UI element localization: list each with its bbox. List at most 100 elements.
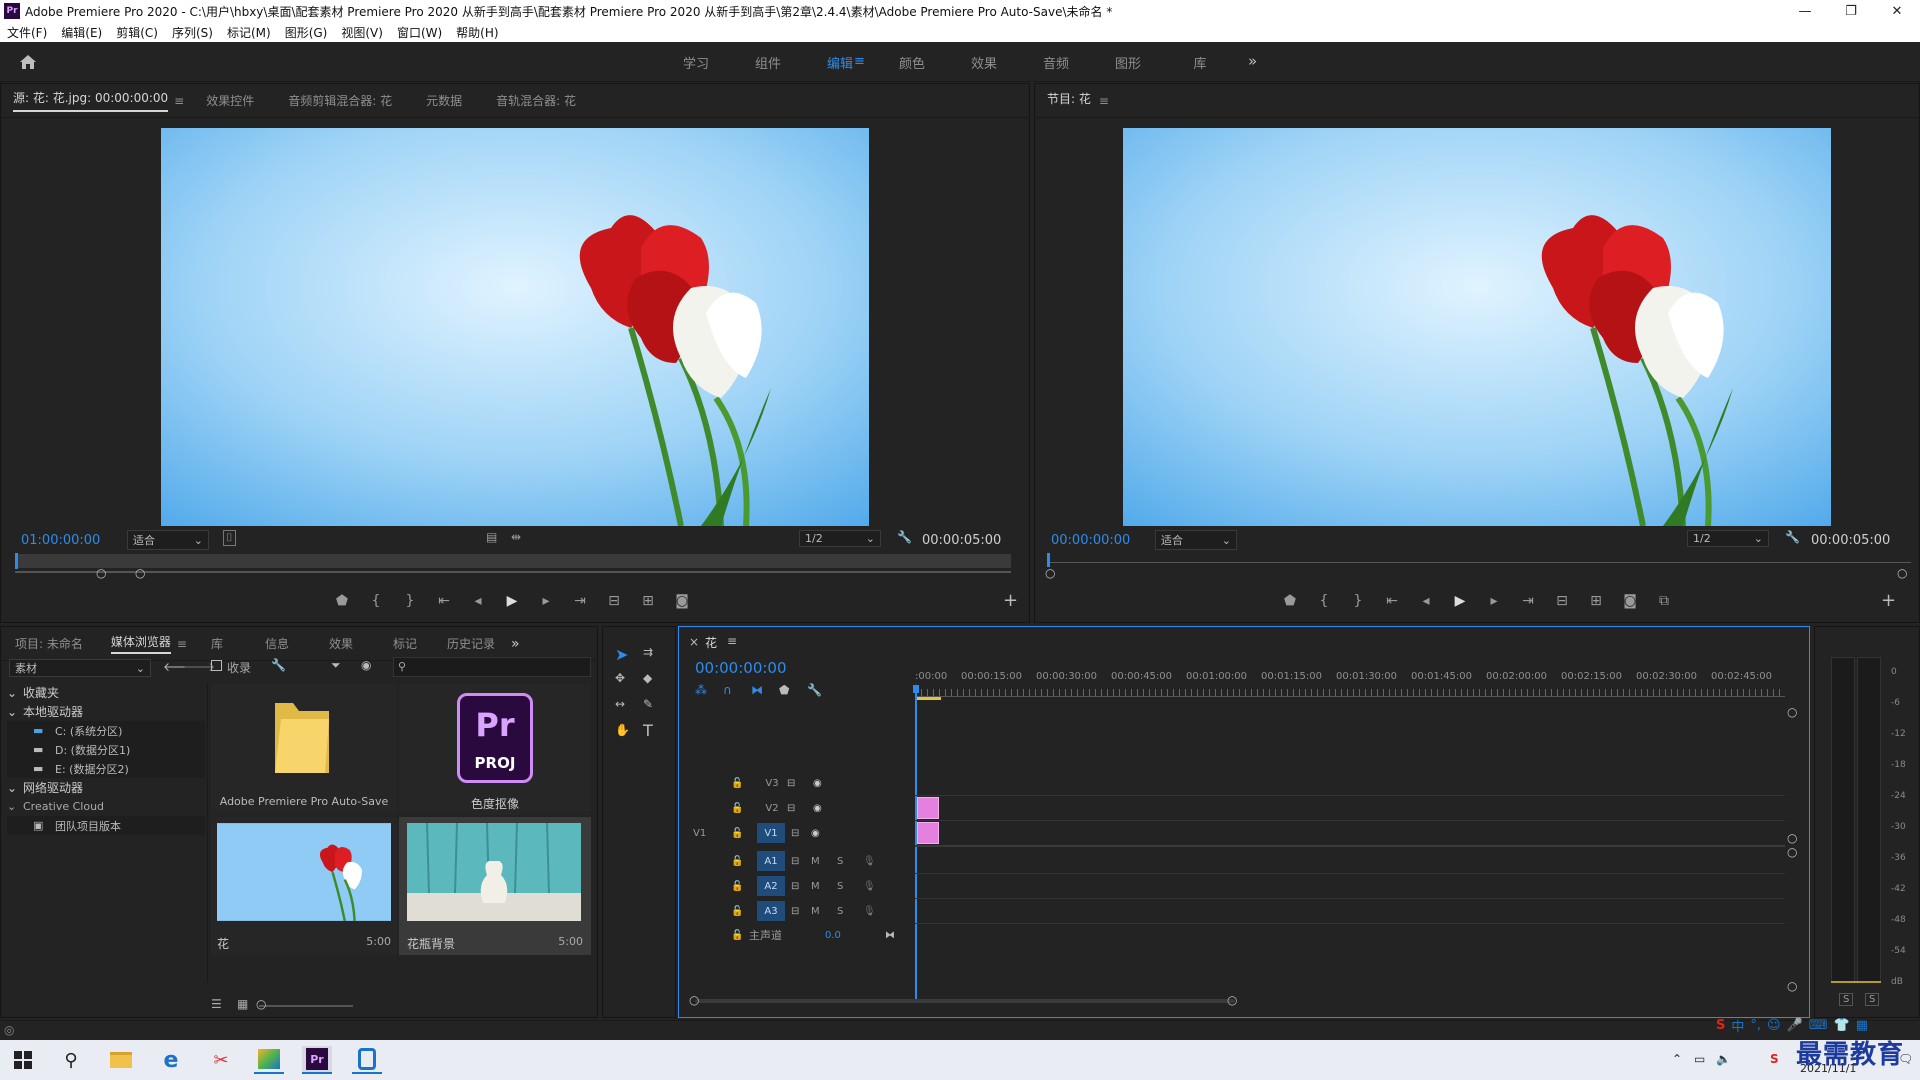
ime-toolbar[interactable]: S 中 °, ☺ 🎤 ⌨ 👕 ▦: [1716, 1014, 1916, 1036]
mute-button[interactable]: M: [811, 856, 837, 867]
slider-handle[interactable]: ○: [256, 997, 266, 1011]
program-resolution-dropdown[interactable]: 1/2 ⌄: [1687, 530, 1769, 547]
menu-help[interactable]: 帮助(H): [449, 24, 505, 41]
tab-audio-track-mixer[interactable]: 音轨混合器: 花: [496, 92, 576, 109]
workspace-assembly[interactable]: 组件: [732, 53, 804, 72]
emoji-icon[interactable]: ☺: [1767, 1018, 1781, 1033]
play-icon[interactable]: ▶: [1443, 593, 1477, 609]
ingest-checkbox[interactable]: [211, 660, 222, 671]
workspace-color[interactable]: 颜色: [876, 53, 948, 72]
tab-source-menu-icon[interactable]: ≡: [174, 94, 184, 108]
menu-graphics[interactable]: 图形(G): [278, 24, 335, 41]
lock-icon[interactable]: 🔓: [731, 906, 757, 917]
source-settings-icon[interactable]: ⌷: [223, 530, 236, 546]
lock-icon[interactable]: 🔓: [731, 881, 757, 892]
workspace-editing[interactable]: 编辑: [804, 53, 876, 72]
mark-out-icon[interactable]: }: [1341, 593, 1375, 609]
close-timeline-icon[interactable]: ×: [689, 635, 699, 649]
tab-timeline-sequence[interactable]: 花: [705, 634, 717, 651]
program-playhead[interactable]: [1047, 553, 1050, 567]
icon-view-icon[interactable]: ▦: [237, 997, 248, 1011]
punctuation-icon[interactable]: °,: [1750, 1018, 1761, 1033]
eye-icon[interactable]: ◉: [813, 803, 839, 814]
tray-chevron-up-icon[interactable]: ⌃: [1672, 1052, 1682, 1066]
timeline-clip-v2[interactable]: [917, 797, 939, 819]
source-resolution-dropdown[interactable]: 1/2 ⌄: [799, 530, 881, 547]
sync-lock-icon[interactable]: ⊟: [787, 803, 813, 814]
mic-icon[interactable]: 🎙: [863, 881, 876, 892]
pen-tool-icon[interactable]: ✎: [643, 697, 653, 711]
tablet-app-icon[interactable]: [352, 1046, 382, 1074]
timeline-menu-icon[interactable]: ≡: [727, 634, 737, 648]
volume-icon[interactable]: 🔈: [1716, 1052, 1731, 1066]
home-icon[interactable]: [18, 52, 38, 72]
vertical-scroll-handle[interactable]: ○: [1787, 979, 1797, 993]
play-icon[interactable]: ▶: [495, 593, 529, 609]
extract-icon[interactable]: ⊞: [1579, 593, 1613, 609]
overwrite-icon[interactable]: ⊞: [631, 593, 665, 609]
media-type-dropdown[interactable]: 素材 ⌄: [9, 659, 151, 677]
media-item-autosave-folder[interactable]: Adobe Premiere Pro Auto-Save: [211, 683, 397, 815]
more-tabs-icon[interactable]: »: [511, 636, 520, 652]
workspace-graphics[interactable]: 图形: [1092, 53, 1164, 72]
timeline-clip-v1[interactable]: [917, 822, 939, 844]
mic-icon[interactable]: 🎙: [863, 906, 876, 917]
lift-icon[interactable]: ⊟: [1545, 593, 1579, 609]
ingest-settings-icon[interactable]: 🔧: [271, 658, 286, 672]
eye-icon[interactable]: ◉: [813, 778, 839, 789]
mic-icon[interactable]: 🎙: [863, 856, 876, 867]
voice-icon[interactable]: 🎤: [1787, 1018, 1803, 1033]
ripple-edit-tool-icon[interactable]: ✥: [615, 671, 625, 685]
tree-item-network-drives[interactable]: ⌄ 网络驱动器: [7, 778, 205, 797]
scroll-handle-left[interactable]: ○: [689, 993, 699, 1007]
sync-lock-icon[interactable]: ⊟: [785, 881, 811, 892]
program-fit-dropdown[interactable]: 适合 ⌄: [1155, 530, 1237, 550]
wrench-icon[interactable]: 🔧: [897, 530, 912, 544]
solo-button[interactable]: S: [837, 881, 863, 892]
lock-icon[interactable]: 🔓: [731, 778, 757, 789]
media-item-flower[interactable]: 花 5:00: [211, 817, 397, 955]
tab-program-menu-icon[interactable]: ≡: [1099, 94, 1109, 108]
drag-video-icon[interactable]: ▤: [486, 530, 497, 544]
track-select-tool-icon[interactable]: ⇉: [643, 645, 653, 659]
timeline-current-timecode[interactable]: 00:00:00:00: [695, 659, 787, 677]
track-target-a2[interactable]: A2: [757, 876, 785, 896]
scroll-handle-right[interactable]: ○: [1227, 993, 1237, 1007]
slip-tool-icon[interactable]: ↔: [615, 697, 625, 711]
eye-icon[interactable]: ◉: [811, 828, 837, 839]
workspace-audio[interactable]: 音频: [1020, 53, 1092, 72]
add-marker-icon[interactable]: ⬟: [1273, 593, 1307, 609]
go-to-out-icon[interactable]: ⇥: [1511, 593, 1545, 609]
premiere-taskbar-icon[interactable]: Pr: [302, 1046, 332, 1074]
step-forward-icon[interactable]: ▸: [529, 593, 563, 609]
tab-metadata[interactable]: 元数据: [426, 92, 462, 109]
tree-item-team-projects[interactable]: ▣ 团队项目版本: [7, 816, 205, 835]
menu-window[interactable]: 窗口(W): [390, 24, 449, 41]
track-target-a1[interactable]: A1: [757, 851, 785, 871]
tab-effects[interactable]: 效果: [329, 635, 353, 652]
add-button-icon[interactable]: +: [1003, 590, 1018, 611]
more-workspaces-icon[interactable]: »: [1248, 52, 1257, 70]
menu-edit[interactable]: 编辑(E): [54, 24, 109, 41]
tab-libraries[interactable]: 库: [211, 635, 223, 652]
tree-item-local-drives[interactable]: ⌄ 本地驱动器: [7, 702, 205, 721]
work-area-bar[interactable]: [915, 697, 941, 700]
workspace-menu-icon[interactable]: ≡: [854, 54, 865, 69]
toolbox-icon[interactable]: ▦: [1856, 1018, 1868, 1033]
menu-marker[interactable]: 标记(M): [220, 24, 278, 41]
tab-history[interactable]: 历史记录: [447, 635, 495, 652]
hand-tool-icon[interactable]: ✋: [615, 723, 630, 737]
source-video-frame[interactable]: [161, 128, 869, 526]
mute-button[interactable]: M: [811, 906, 837, 917]
step-back-icon[interactable]: ◂: [461, 593, 495, 609]
timeline-ruler[interactable]: :00:00 00:00:15:00 00:00:30:00 00:00:45:…: [915, 671, 1785, 689]
source-fit-dropdown[interactable]: 适合 ⌄: [127, 530, 209, 550]
add-marker-icon[interactable]: ⬟: [779, 683, 795, 697]
mute-button[interactable]: M: [811, 881, 837, 892]
insert-icon[interactable]: ⊟: [597, 593, 631, 609]
type-tool-icon[interactable]: T: [643, 721, 653, 740]
vertical-scroll-handle[interactable]: ○: [1787, 705, 1797, 719]
drag-audio-icon[interactable]: ⇹: [511, 530, 521, 544]
menu-sequence[interactable]: 序列(S): [165, 24, 220, 41]
menu-clip[interactable]: 剪辑(C): [109, 24, 165, 41]
